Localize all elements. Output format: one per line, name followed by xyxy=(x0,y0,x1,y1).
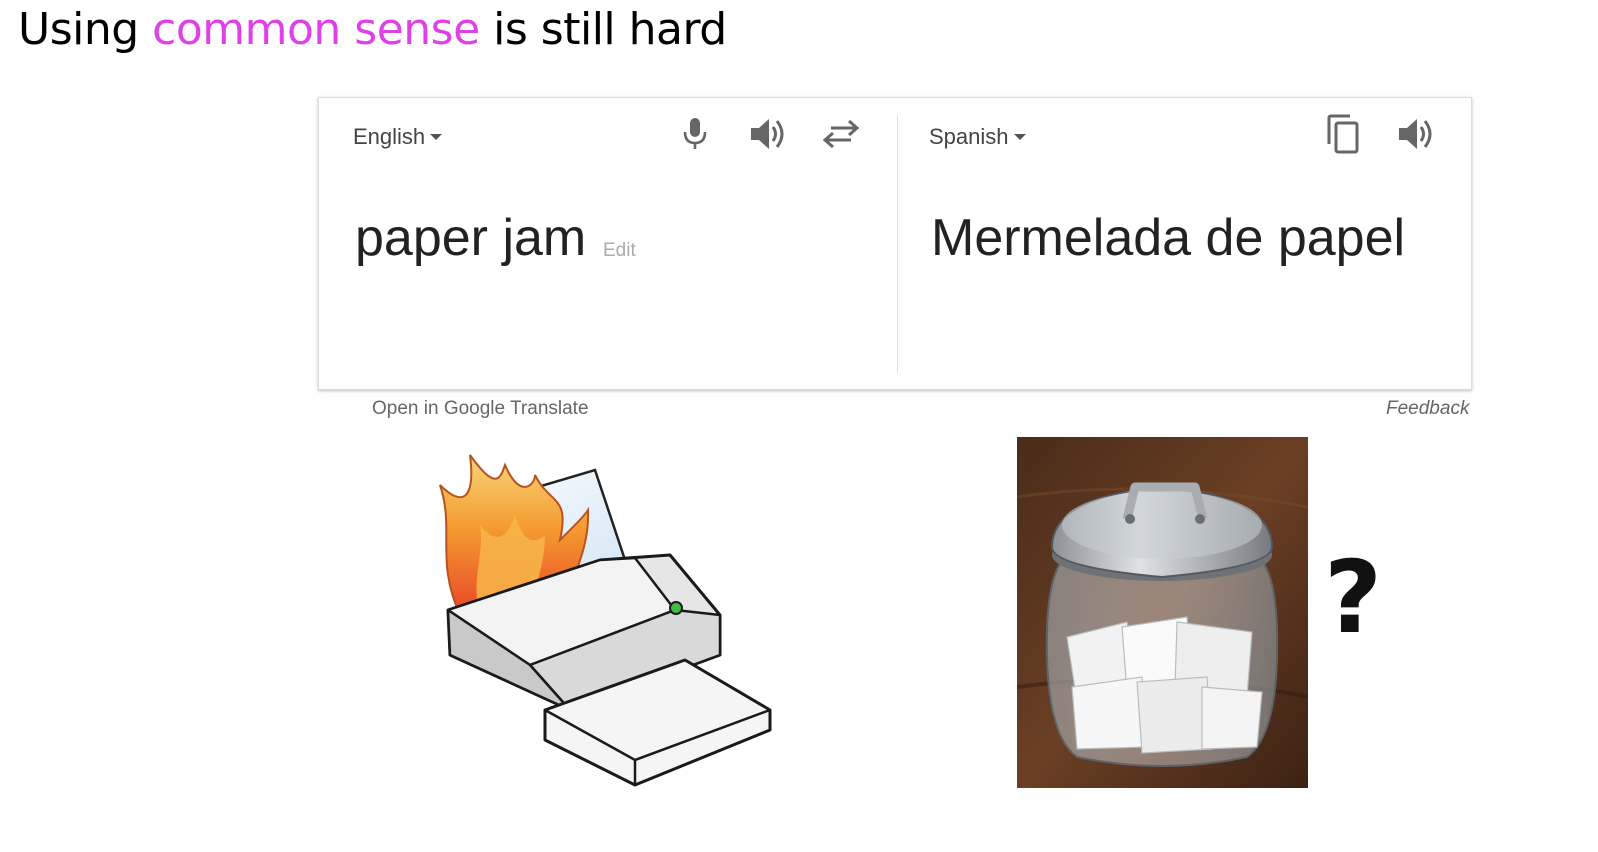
feedback-link[interactable]: Feedback xyxy=(1386,398,1469,420)
target-listen-button[interactable] xyxy=(1395,112,1439,156)
translate-card: English paper jam Edit Spanish Mermelada… xyxy=(318,97,1472,390)
source-language-select[interactable]: English xyxy=(353,124,443,150)
source-listen-button[interactable] xyxy=(747,112,791,156)
question-mark: ? xyxy=(1324,539,1383,656)
title-text-after: is still hard xyxy=(479,4,727,55)
caret-down-icon xyxy=(1013,134,1026,140)
source-text[interactable]: paper jam xyxy=(355,208,586,268)
edit-link[interactable]: Edit xyxy=(603,240,636,262)
target-language-label: Spanish xyxy=(929,124,1009,149)
copy-translation-button[interactable] xyxy=(1321,112,1365,156)
speaker-icon xyxy=(1399,119,1432,149)
title-text-before: Using xyxy=(18,4,153,55)
swap-icon xyxy=(822,119,860,149)
title-highlight: common sense xyxy=(152,4,480,55)
printer-on-fire-image xyxy=(439,454,772,787)
open-in-google-translate-link[interactable]: Open in Google Translate xyxy=(372,398,589,420)
slide-title: Using common sense is still hard xyxy=(18,4,727,55)
microphone-icon xyxy=(683,118,707,149)
target-language-select[interactable]: Spanish xyxy=(929,124,1026,150)
speaker-icon xyxy=(751,119,784,149)
caret-down-icon xyxy=(430,134,443,140)
translated-text: Mermelada de papel xyxy=(931,209,1406,267)
microphone-button[interactable] xyxy=(673,112,717,156)
source-language-label: English xyxy=(353,124,426,149)
swap-languages-button[interactable] xyxy=(819,112,863,156)
jar-of-paper-photo xyxy=(1017,437,1308,788)
copy-icon xyxy=(1327,114,1359,154)
panel-divider xyxy=(897,116,898,372)
